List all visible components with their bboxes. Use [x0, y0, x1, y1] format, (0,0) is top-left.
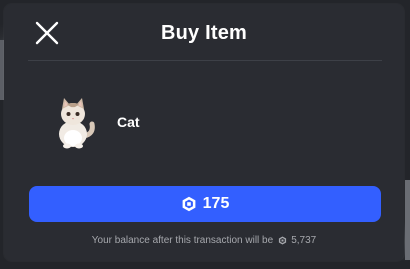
- item-name: Cat: [117, 114, 140, 130]
- robux-icon: [279, 236, 287, 245]
- buy-button[interactable]: 175: [29, 186, 381, 222]
- item-row: Cat: [28, 88, 382, 156]
- dialog-header: Buy Item: [4, 4, 404, 60]
- balance-notice: Your balance after this transaction will…: [4, 235, 404, 246]
- header-divider: [28, 60, 382, 61]
- cat-figure-icon: [59, 98, 95, 149]
- item-thumbnail: [48, 94, 98, 150]
- buy-price: 175: [202, 195, 230, 212]
- robux-icon: [182, 196, 196, 212]
- buy-item-dialog: Buy Item Cat 175 Your balance after this…: [4, 4, 404, 261]
- background-edge-right: [405, 180, 410, 260]
- dialog-title: Buy Item: [160, 22, 248, 44]
- balance-amount: 5,737: [291, 235, 317, 246]
- balance-text: Your balance after this transaction will…: [91, 235, 274, 246]
